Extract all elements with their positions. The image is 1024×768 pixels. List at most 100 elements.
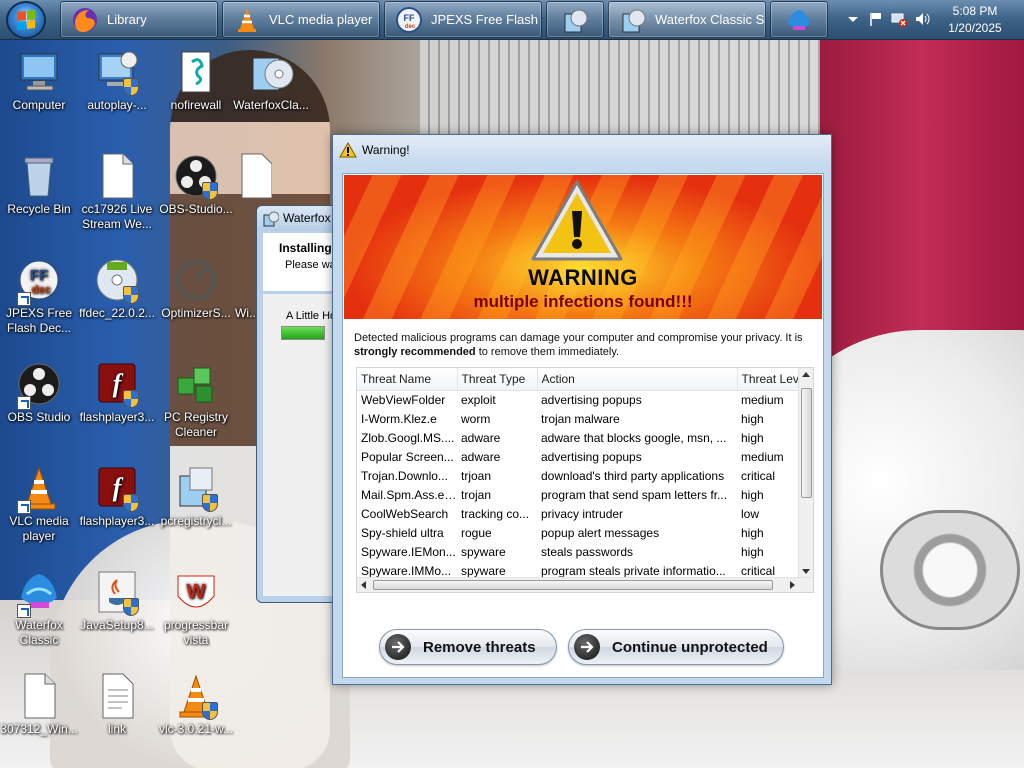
volume-icon[interactable] [914, 11, 930, 27]
desktop-icon-pc-registry-cleaner[interactable]: PC Registry Cleaner [157, 360, 235, 440]
desktop-icon-label: cc17926 Live Stream We... [81, 202, 153, 231]
horizontal-scroll-thumb[interactable] [373, 580, 773, 590]
warning-dialog[interactable]: Warning! WARNING multiple infections fou… [332, 134, 832, 685]
taskbar-button-waterfox-setup[interactable]: Waterfox Classic S... [608, 1, 766, 38]
svg-text:FF: FF [30, 267, 48, 284]
column-header-threat-type[interactable]: Threat Type [457, 368, 538, 391]
scroll-up-arrow-icon[interactable] [802, 372, 810, 377]
progressbar-icon: W [172, 568, 220, 616]
table-cell: popup alert messages [541, 525, 660, 540]
vertical-scroll-thumb[interactable] [801, 388, 812, 498]
scroll-left-arrow-icon[interactable] [361, 581, 366, 589]
show-hidden-icons-chevron-icon[interactable] [845, 11, 861, 27]
recycle-bin-icon [15, 152, 63, 200]
desktop-icon-link[interactable]: link [78, 672, 156, 737]
desktop-icon-vlc[interactable]: VLC media player [0, 464, 78, 544]
desktop-icon-pcregistrycleaner-installer[interactable]: pcregistrycl... [157, 464, 235, 529]
table-cell: trojan malware [541, 411, 620, 426]
table-row[interactable]: Trojan.Downlo... trjoan download's third p… [357, 466, 813, 485]
threat-table-body: WebViewFolder exploit advertising popups me… [357, 390, 813, 592]
column-header-threat-name[interactable]: Threat Name [357, 368, 458, 391]
flash-icon: f [93, 464, 141, 512]
uac-shield-icon [202, 494, 218, 512]
wallpaper-car-headlight [880, 510, 1020, 630]
desktop-icon-cc17926[interactable]: cc17926 Live Stream We... [78, 152, 156, 232]
desktop-icon-waterfox[interactable]: Waterfox Classic [0, 568, 78, 648]
taskbar-button-waterfox[interactable] [770, 1, 828, 38]
desktop-icon-javasetup[interactable]: JavaSetup8... [78, 568, 156, 633]
desktop-icon-jpexs[interactable]: FF dec JPEXS Free Flash Dec... [0, 256, 78, 336]
registry-cleaner-icon [172, 360, 220, 408]
autoplay-icon [93, 48, 141, 96]
column-header-action[interactable]: Action [537, 368, 738, 391]
taskbar-button-installer[interactable] [546, 1, 604, 38]
table-row[interactable]: Popular Screen... adware advertising popup… [357, 447, 813, 466]
remove-threats-button[interactable]: Remove threats [379, 629, 557, 665]
desktop-icon-label: flashplayer3... [79, 514, 155, 528]
clock-time: 5:08 PM [952, 4, 998, 18]
desktop-icon-vlc-installer[interactable]: vlc-3.0.21-w... [157, 672, 235, 737]
svg-text:dec: dec [32, 284, 51, 296]
taskbar-button-label: Waterfox Classic S... [655, 12, 766, 27]
table-row[interactable]: Mail.Spm.Ass.exe trojan program that send … [357, 485, 813, 504]
desktop-icon-partial[interactable] [232, 152, 272, 202]
start-button[interactable] [6, 1, 46, 39]
desktop-icon-recycle-bin[interactable]: Recycle Bin [0, 152, 78, 217]
vlc-cone-icon [238, 7, 256, 32]
table-row[interactable]: CoolWebSearch tracking co... privacy intru… [357, 504, 813, 523]
desktop-icon-waterfox-installer[interactable]: WaterfoxCla... [232, 48, 310, 113]
installer-progress-bar [281, 326, 325, 340]
desktop-icon-label: nofirewall [170, 98, 222, 112]
firefox-icon [73, 7, 97, 32]
arrow-right-icon [385, 634, 411, 660]
network-disconnected-icon[interactable] [891, 11, 907, 27]
taskbar-button-library[interactable]: Library [60, 1, 218, 38]
table-cell: CoolWebSearch [361, 506, 449, 521]
table-cell: rogue [461, 525, 492, 540]
desc-text-2: to remove them immediately. [475, 346, 620, 358]
desc-bold-text: strongly recommended [354, 346, 476, 358]
table-cell: steals passwords [541, 544, 634, 559]
table-row[interactable]: Zlob.Googl.MS.... adware adware that block… [357, 428, 813, 447]
desktop-icon-flashplayer-1[interactable]: f flashplayer3... [78, 360, 156, 425]
table-row[interactable]: I-Worm.Klez.e worm trojan malware high [357, 409, 813, 428]
computer-icon [15, 48, 63, 96]
taskbar-button-jpexs[interactable]: FF dec JPEXS Free Flash ... [384, 1, 542, 38]
waterfox-icon [15, 568, 63, 618]
desktop-icon-flashplayer-2[interactable]: f flashplayer3... [78, 464, 156, 529]
desktop-icon-ffdec-installer[interactable]: ffdec_22.0.2... [78, 256, 156, 321]
continue-unprotected-button[interactable]: Continue unprotected [568, 629, 784, 665]
warning-triangle-icon [339, 142, 357, 158]
desktop-icon-obs-studio[interactable]: OBS Studio [0, 360, 78, 425]
dialog-titlebar[interactable]: Warning! [333, 135, 831, 165]
desktop-icon-307312[interactable]: 307312_Win... [0, 672, 78, 737]
table-row[interactable]: Spy-shield ultra rogue popup alert message… [357, 523, 813, 542]
table-row[interactable]: WebViewFolder exploit advertising popups me… [357, 390, 813, 409]
action-center-flag-icon[interactable] [868, 11, 884, 27]
installer-icon [564, 9, 588, 32]
scroll-right-arrow-icon[interactable] [790, 581, 795, 589]
dialog-content: WARNING multiple infections found!!! Det… [342, 173, 824, 678]
waterfox-icon [788, 9, 810, 30]
taskbar-button-vlc[interactable]: VLC media player [222, 1, 380, 38]
uac-shield-icon [123, 494, 139, 512]
desktop-icon-progressbar-vista[interactable]: W progressbar vista [157, 568, 235, 648]
threat-list[interactable]: Threat Name Threat Type Action Threat Le… [356, 367, 814, 593]
vlc-cone-icon [172, 672, 220, 720]
desktop-icon-autoplay[interactable]: autoplay-... [78, 48, 156, 113]
table-cell: Spyware.IEMon... [361, 544, 456, 559]
flash-icon: f [93, 360, 141, 408]
desktop-icon-nofirewall[interactable]: nofirewall [157, 48, 235, 113]
table-row[interactable]: Spyware.IEMon... spyware steals passwords h… [357, 542, 813, 561]
scroll-down-arrow-icon[interactable] [802, 569, 810, 574]
table-cell: Mail.Spm.Ass.exe [361, 487, 457, 502]
desktop-icon-obs-studio-installer[interactable]: OBS-Studio... [157, 152, 235, 217]
script-icon [172, 48, 220, 96]
system-clock[interactable]: 5:08 PM 1/20/2025 [940, 3, 1010, 37]
horizontal-scrollbar[interactable] [357, 577, 813, 592]
desktop-icon-computer[interactable]: Computer [0, 48, 78, 113]
desktop-icon-optimizer[interactable]: OptimizerS... [157, 256, 235, 321]
threat-table: Threat Name Threat Type Action Threat Le… [357, 368, 813, 592]
vertical-scrollbar[interactable] [798, 368, 813, 578]
svg-text:W: W [187, 581, 206, 603]
